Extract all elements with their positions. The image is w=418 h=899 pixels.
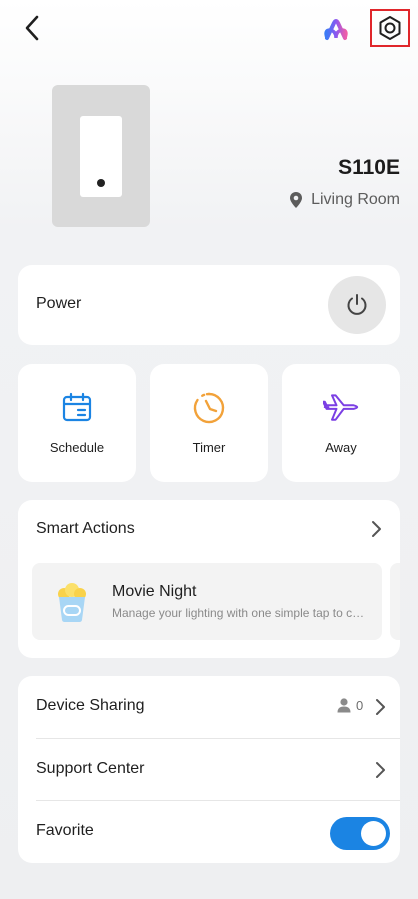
device-led-indicator [97, 179, 105, 187]
share-count-value: 0 [356, 697, 364, 713]
chevron-right-icon [376, 699, 385, 715]
back-button[interactable] [14, 10, 50, 46]
next-scene-card[interactable] [390, 563, 400, 640]
support-center-row[interactable]: Support Center [18, 739, 400, 801]
support-center-label: Support Center [36, 760, 145, 777]
airplane-icon [323, 394, 359, 421]
device-model-name: S110E [338, 156, 400, 179]
toggle-knob [361, 821, 386, 846]
smart-actions-title[interactable]: Smart Actions [36, 520, 135, 538]
timer-label: Timer [192, 440, 226, 455]
power-label: Power [36, 295, 82, 312]
location-label: Living Room [311, 191, 400, 208]
away-label: Away [325, 440, 357, 455]
scene-title: Movie Night [112, 583, 197, 600]
power-card: Power [18, 265, 400, 345]
calendar-icon [62, 392, 92, 422]
smart-actions-card: Smart Actions Movie Night Manage your li… [18, 500, 400, 658]
scene-description: Manage your lighting with one simple tap… [112, 606, 368, 620]
timer-tile[interactable]: Timer [150, 364, 268, 482]
settings-button[interactable] [370, 9, 410, 47]
device-switch-plate [80, 116, 122, 197]
settings-hexagon-icon [379, 16, 401, 40]
settings-list-card: Device Sharing 0 Support Center Favorite [18, 676, 400, 863]
share-count: 0 [336, 697, 363, 713]
device-sharing-row[interactable]: Device Sharing 0 [18, 676, 400, 738]
device-sharing-label: Device Sharing [36, 697, 145, 714]
popcorn-icon [58, 583, 86, 622]
power-button[interactable] [328, 276, 386, 334]
device-location[interactable]: Living Room [289, 191, 400, 209]
power-icon [347, 294, 367, 315]
schedule-label: Schedule [49, 440, 105, 455]
back-arrow-icon [25, 15, 39, 41]
away-tile[interactable]: Away [282, 364, 400, 482]
device-image [52, 85, 150, 227]
chevron-right-icon[interactable] [368, 519, 384, 539]
clock-icon [193, 392, 225, 424]
movie-night-scene[interactable]: Movie Night Manage your lighting with on… [32, 563, 382, 640]
location-pin-icon [290, 192, 303, 208]
favorite-label: Favorite [36, 822, 94, 839]
person-icon [337, 698, 351, 713]
schedule-tile[interactable]: Schedule [18, 364, 136, 482]
chevron-right-icon [376, 762, 385, 778]
favorite-toggle[interactable] [330, 817, 390, 850]
brand-logo-icon [324, 19, 348, 40]
favorite-row: Favorite [18, 801, 400, 863]
